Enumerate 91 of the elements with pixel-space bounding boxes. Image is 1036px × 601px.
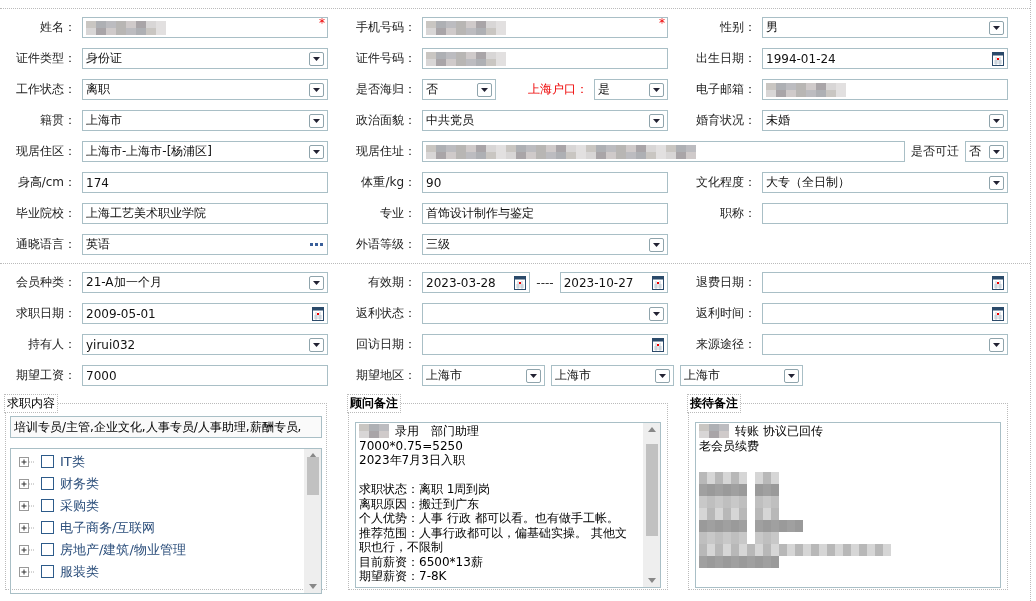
select-field[interactable]: 三级 <box>422 234 668 255</box>
field-label: 手机号码： <box>355 19 417 36</box>
field-label: 体重/kg： <box>360 174 417 191</box>
input-field[interactable]: 7000 <box>82 365 328 386</box>
note-line: 7000*0.75=5250 <box>359 438 463 453</box>
select-field[interactable]: 大专（全日制） <box>762 172 1008 193</box>
required-mark: * <box>659 16 665 30</box>
field-label: 身高/cm： <box>16 174 77 191</box>
field-label: 有效期： <box>367 274 417 291</box>
tree-item[interactable]: 财务类 <box>60 474 99 493</box>
field-label: 证件号码： <box>355 50 417 67</box>
tree-item[interactable]: IT类 <box>60 452 85 471</box>
field-label: 婚育状况： <box>695 112 757 129</box>
field-label: 来源途径： <box>695 336 757 353</box>
note-line: 求职状态：离职 1周到岗 <box>359 482 491 497</box>
note-line: 目前薪资：6500*13薪 <box>359 554 483 569</box>
field-label: 返利时间： <box>695 305 757 322</box>
input-field[interactable]: 90 <box>422 172 668 193</box>
input-field[interactable]: 上海工艺美术职业学院 <box>82 203 328 224</box>
field-label: 职称： <box>719 205 757 222</box>
select-field[interactable]: 男 <box>762 17 1008 38</box>
select-field[interactable]: 否 <box>422 79 496 100</box>
field-label: 持有人： <box>27 336 77 353</box>
input-field[interactable]: 174 <box>82 172 328 193</box>
field-label: 返利状态： <box>355 305 417 322</box>
input-field[interactable]: 首饰设计制作与鉴定 <box>422 203 668 224</box>
select-field[interactable]: 否 <box>965 141 1008 162</box>
date-field[interactable]: 2023-10-27 <box>559 272 668 293</box>
required-mark: * <box>319 16 325 30</box>
date-field[interactable]: 2009-05-01 <box>82 303 328 324</box>
panel-title: 求职内容 <box>4 394 58 413</box>
select-field[interactable]: 上海市-上海市-[杨浦区] <box>82 141 328 162</box>
select-field[interactable]: 身份证 <box>82 48 328 69</box>
field-label: 期望地区： <box>355 367 417 384</box>
input-field[interactable]: * <box>82 17 328 38</box>
select-field[interactable]: 中共党员 <box>422 110 668 131</box>
select-field[interactable]: 上海市 <box>551 365 674 386</box>
field-label: 电子邮箱： <box>695 81 757 98</box>
field-label: 籍贯： <box>39 112 77 129</box>
select-field[interactable]: 是 <box>594 79 668 100</box>
field-label: 政治面貌： <box>355 112 417 129</box>
field-label: 毕业院校： <box>15 205 77 222</box>
date-field[interactable]: 1994-01-24 <box>762 48 1008 69</box>
select-field[interactable]: 离职 <box>82 79 328 100</box>
note-line: 期望薪资：7-8K <box>359 569 447 584</box>
tree-item[interactable]: 服装类 <box>60 562 99 581</box>
field-label: 是否海归： <box>355 81 417 98</box>
note-line: 老会员续费 <box>699 438 759 453</box>
select-field[interactable]: yirui032 <box>82 334 328 355</box>
field-label: 回访日期： <box>355 336 417 353</box>
select-field[interactable]: 21-A加一个月 <box>82 272 328 293</box>
field-label: 现居住址： <box>355 143 417 160</box>
select-field[interactable]: 未婚 <box>762 110 1008 131</box>
field-label: 工作状态： <box>15 81 77 98</box>
note-line: 录用 部门助理 <box>395 424 479 439</box>
select-field[interactable]: 上海市 <box>82 110 328 131</box>
tree-item[interactable]: 电子商务/互联网 <box>60 518 156 537</box>
field-label: 专业： <box>379 205 417 222</box>
input-field[interactable]: 培训专员/主管,企业文化,人事专员/人事助理,薪酬专员, <box>10 416 322 438</box>
tree-item[interactable]: 房地产/建筑/物业管理 <box>60 540 186 559</box>
field-label: 证件类型： <box>15 50 77 67</box>
field-label: 姓名： <box>39 19 77 36</box>
range-dash: ---- <box>536 275 554 290</box>
note-line: 职也行，不限制 <box>359 540 443 555</box>
field-label: 通晓语言： <box>15 236 77 253</box>
tree-item[interactable]: 采购类 <box>60 496 99 515</box>
notes-area[interactable]: 录用 部门助理 7000*0.75=5250 2023年7月3日入职 求职状态：离职 1周到岗 离职原因：搬迁到广东 个人优势：人事 行政 都可以看。也有做手工帐。 推荐范围：人事行政都可以，偏基础实操。 其他文 职也行，不限制 目前薪资：6500*13薪 期望薪资：7-8K <box>355 422 661 588</box>
input-field[interactable]: * <box>422 17 668 38</box>
field-label: 性别： <box>719 19 757 36</box>
picker-field[interactable]: 英语 <box>82 234 328 255</box>
note-line: 推荐范围：人事行政都可以，偏基础实操。 其他文 <box>359 525 627 540</box>
field-label: 外语等级： <box>355 236 417 253</box>
note-line: 个人优势：人事 行政 都可以看。也有做手工帐。 <box>359 511 619 526</box>
field-label: 期望工资： <box>15 367 77 384</box>
notes-area[interactable]: 转账 协议已回传 老会员续费 <box>695 422 1001 588</box>
note-line: 2023年7月3日入职 <box>359 453 465 468</box>
field-label: 是否可迁 <box>911 143 959 160</box>
select-field[interactable]: 上海市 <box>680 365 803 386</box>
date-field[interactable]: 2023-03-28 <box>422 272 531 293</box>
field-label: 出生日期： <box>695 50 757 67</box>
field-label: 上海户口： <box>528 81 588 98</box>
field-label: 文化程度： <box>695 174 757 191</box>
note-line: 离职原因：搬迁到广东 <box>359 496 479 511</box>
select-field[interactable]: 上海市 <box>422 365 545 386</box>
field-label: 现居住区： <box>15 143 77 160</box>
field-label: 会员种类： <box>15 274 77 291</box>
panel-title: 顾问备注 <box>347 394 401 413</box>
field-label: 求职日期： <box>15 305 77 322</box>
field-label: 退费日期： <box>695 274 757 291</box>
note-line: 转账 协议已回传 <box>735 424 823 439</box>
panel-title: 接待备注 <box>687 394 741 413</box>
